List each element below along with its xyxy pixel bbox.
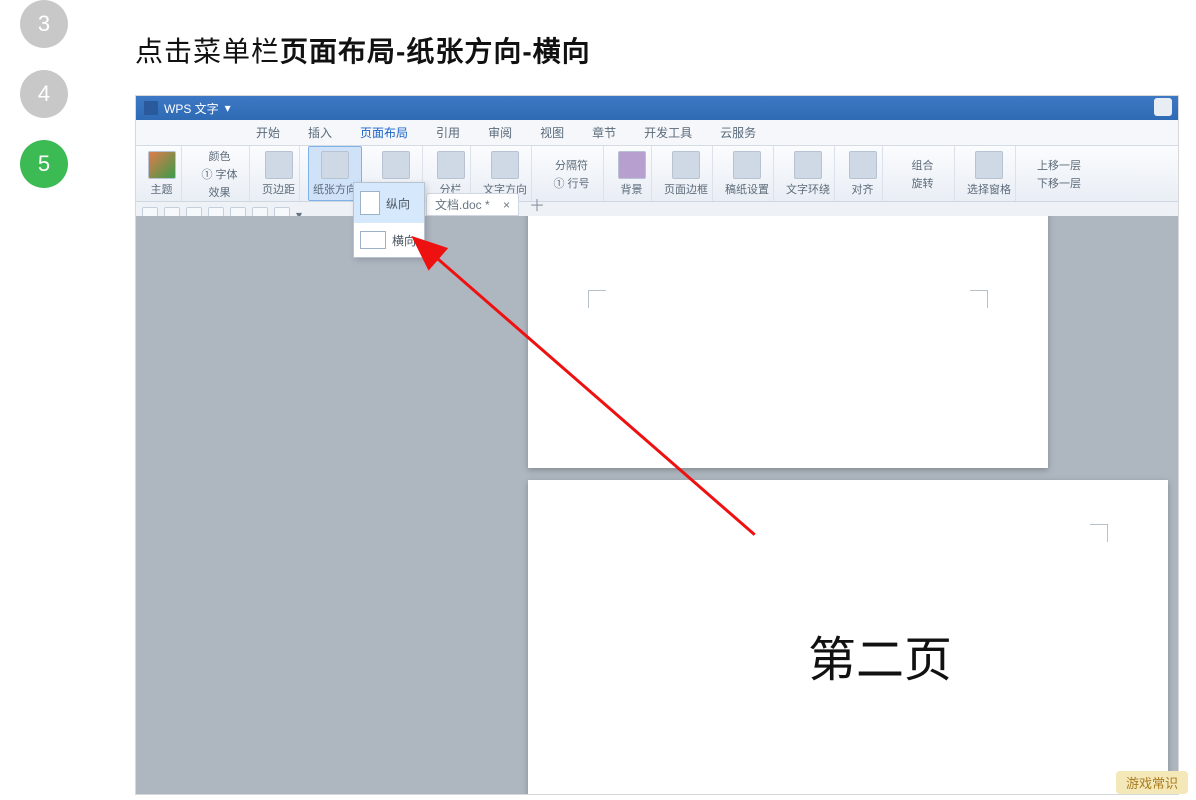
- page1-corner-tl: [588, 290, 606, 308]
- page-2-text: 第二页: [808, 620, 952, 690]
- ribbon-select[interactable]: 选择窗格: [963, 146, 1016, 201]
- select-icon: [975, 151, 1003, 179]
- tab-section[interactable]: 章节: [592, 124, 616, 141]
- columns-icon: [437, 151, 465, 179]
- textdir-icon: [491, 151, 519, 179]
- document-canvas: 第二页: [136, 216, 1178, 794]
- source-watermark: 游戏常识: [1116, 771, 1188, 794]
- page-1: [528, 216, 1048, 468]
- orientation-icon: [321, 151, 349, 179]
- ribbon-align[interactable]: 对齐: [843, 146, 883, 201]
- help-icon[interactable]: [1154, 98, 1172, 116]
- portrait-label: 纵向: [386, 195, 410, 212]
- ribbon-watermark[interactable]: 稿纸设置: [721, 146, 774, 201]
- border-icon: [672, 151, 700, 179]
- landscape-label: 横向: [392, 232, 416, 249]
- page-2: 第二页: [528, 480, 1168, 794]
- tab-start[interactable]: 开始: [256, 124, 280, 141]
- close-tab-icon[interactable]: ×: [503, 198, 510, 212]
- tab-page-layout[interactable]: 页面布局: [360, 124, 408, 141]
- page2-corner-tr: [1090, 524, 1108, 542]
- step-3: 3: [20, 0, 68, 48]
- tab-reference[interactable]: 引用: [436, 124, 460, 141]
- tab-view[interactable]: 视图: [540, 124, 564, 141]
- tab-cloud[interactable]: 云服务: [720, 124, 756, 141]
- theme-icon: [148, 151, 176, 179]
- wps-screenshot: WPS 文字 ▾ 开始 插入 页面布局 引用 审阅 视图 章节 开发工具 云服务…: [135, 95, 1179, 795]
- ribbon-lineno-breaks[interactable]: 分隔符 ① 行号: [540, 146, 604, 201]
- new-tab-button[interactable]: ＋: [529, 192, 545, 216]
- step-5-active: 5: [20, 140, 68, 188]
- ribbon-wrap[interactable]: 文字环绕: [782, 146, 835, 201]
- wrap-icon: [794, 151, 822, 179]
- ribbon-border[interactable]: 页面边框: [660, 146, 713, 201]
- app-titlebar: WPS 文字 ▾: [136, 96, 1178, 120]
- page1-corner-tr: [970, 290, 988, 308]
- portrait-icon: [360, 191, 380, 215]
- instruction-prefix: 点击菜单栏: [135, 36, 280, 67]
- document-tab[interactable]: 文档.doc * ×: [426, 193, 519, 216]
- landscape-icon: [360, 231, 386, 249]
- tab-insert[interactable]: 插入: [308, 124, 332, 141]
- step-4: 4: [20, 70, 68, 118]
- orientation-portrait-option[interactable]: 纵向: [354, 183, 424, 223]
- app-title: WPS 文字: [164, 100, 219, 117]
- document-tab-strip: 文档.doc * × ＋: [426, 192, 545, 216]
- orientation-dropdown: 纵向 横向: [353, 182, 425, 258]
- wps-logo-icon: [144, 101, 158, 115]
- ribbon-bg[interactable]: 背景: [612, 146, 652, 201]
- orientation-landscape-option[interactable]: 横向: [354, 223, 424, 257]
- ribbon-toolbar: 主题 颜色 ① 字体 效果 页边距 纸张方向 纸张大小 分栏 文字方向 分隔符: [136, 146, 1178, 202]
- step-indicator: 3 4 5: [20, 0, 80, 210]
- ribbon-theme[interactable]: 主题: [142, 146, 182, 201]
- tab-devtools[interactable]: 开发工具: [644, 124, 692, 141]
- ribbon-rotate-group[interactable]: 组合 旋转: [891, 146, 955, 201]
- ribbon-font-effect[interactable]: 颜色 ① 字体 效果: [190, 146, 250, 201]
- document-tab-label: 文档.doc *: [435, 198, 490, 212]
- instruction-text: 点击菜单栏页面布局-纸张方向-横向: [135, 30, 591, 70]
- size-icon: [382, 151, 410, 179]
- ribbon-layer[interactable]: 上移一层 下移一层: [1024, 146, 1094, 201]
- align-icon: [849, 151, 877, 179]
- margin-icon: [265, 151, 293, 179]
- watermark-icon: [733, 151, 761, 179]
- instruction-bold: 页面布局-纸张方向-横向: [280, 36, 591, 67]
- menu-tabs: 开始 插入 页面布局 引用 审阅 视图 章节 开发工具 云服务: [136, 120, 1178, 146]
- tab-review[interactable]: 审阅: [488, 124, 512, 141]
- bg-icon: [618, 151, 646, 179]
- ribbon-margin[interactable]: 页边距: [258, 146, 300, 201]
